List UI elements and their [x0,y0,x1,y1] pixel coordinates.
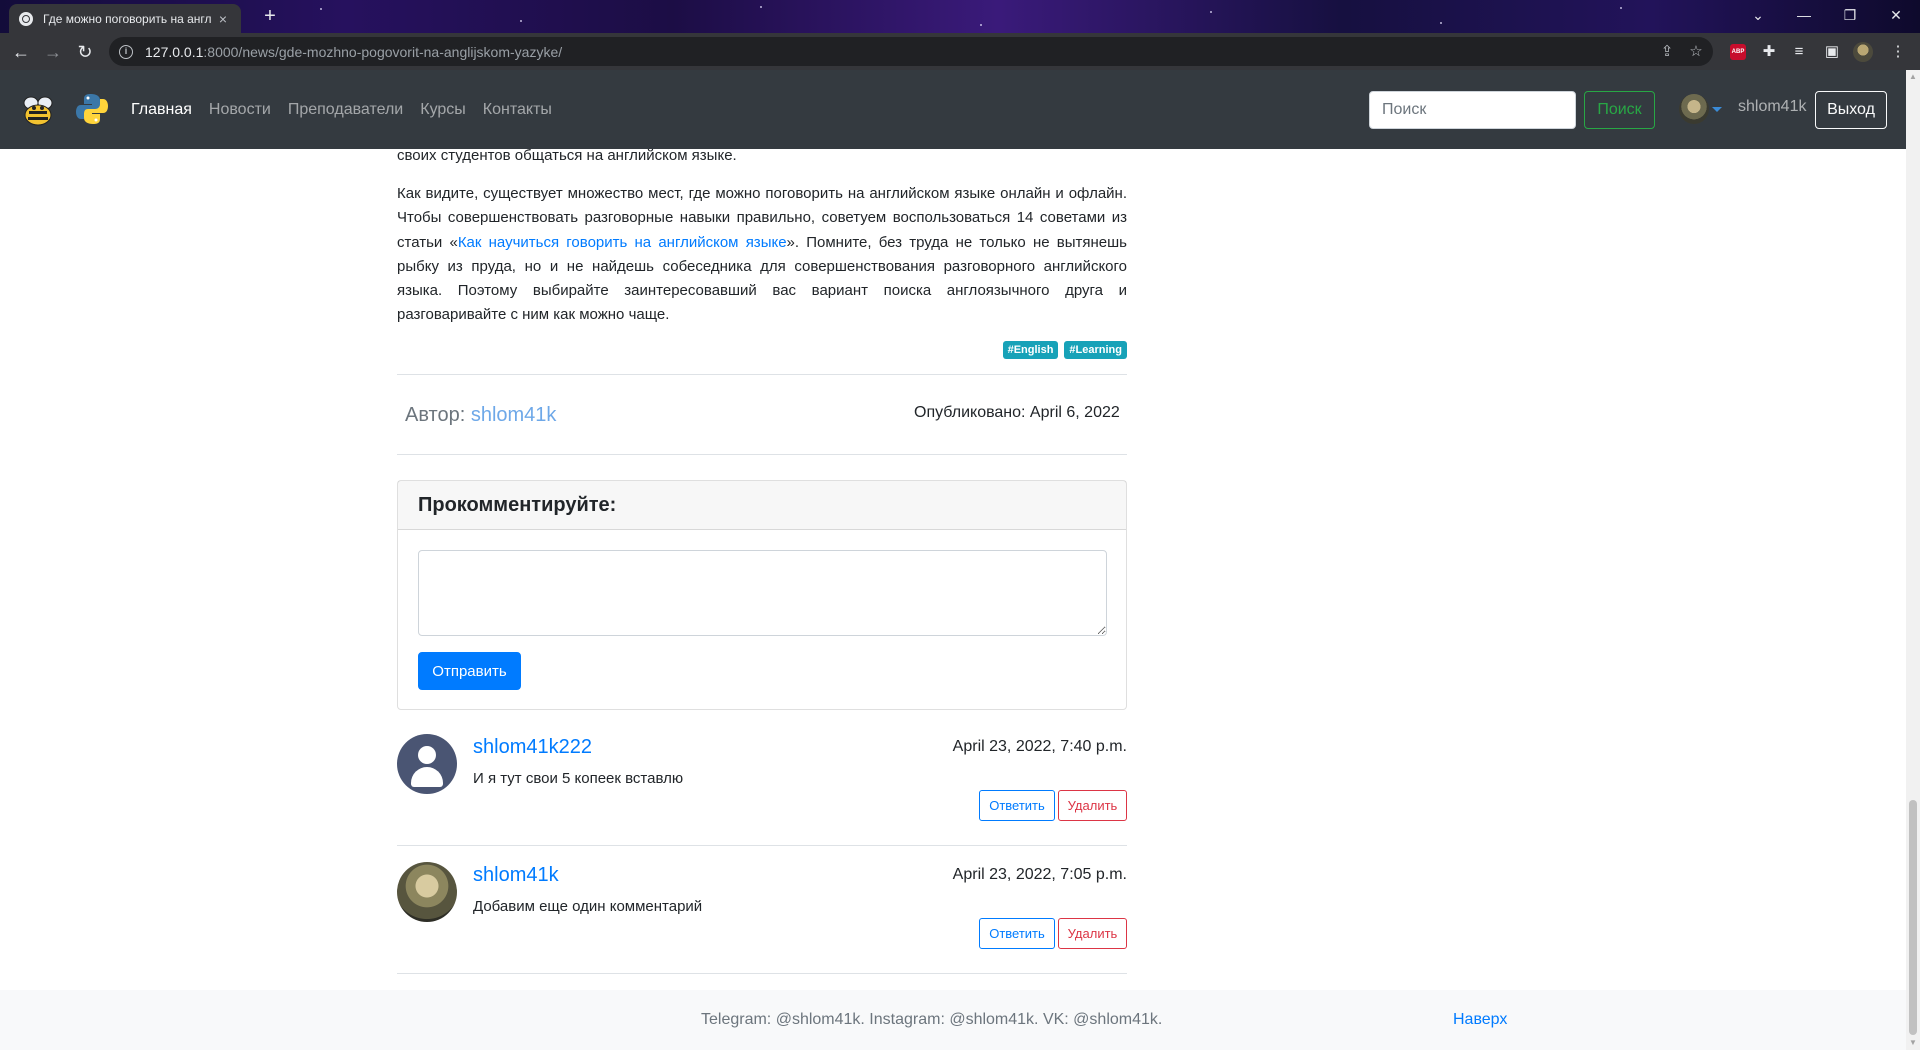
menu-icon[interactable]: ⋮ [1885,41,1911,63]
divider [397,454,1127,455]
back-to-top-link[interactable]: Наверх [1453,1011,1507,1029]
reading-list-icon[interactable]: ≡ [1786,41,1812,63]
nav-link-news[interactable]: Новости [209,101,271,119]
nav-username[interactable]: shlom41k [1738,98,1806,116]
info-icon[interactable]: i [119,44,133,59]
background-star [1440,22,1442,24]
tab-search-icon[interactable]: ⌄ [1735,0,1781,30]
forward-icon[interactable]: → [40,39,66,65]
search-button[interactable]: Поиск [1584,91,1655,129]
minimize-icon[interactable]: — [1781,0,1827,30]
nav-link-contacts[interactable]: Контакты [483,101,552,119]
author-label: Автор: [405,404,466,426]
page-scrollbar[interactable]: ▲ ▼ [1906,70,1920,1050]
tab-title: Где можно поговорить на англ [43,11,212,26]
browser-toolbar: ← → ↻ i 127.0.0.1 :8000/news/gde-mozhno-… [0,33,1920,70]
scroll-thumb[interactable] [1909,800,1917,1035]
published-date: Опубликовано: April 6, 2022 [914,404,1120,421]
comment-text: И я тут свои 5 копеек вставлю [473,770,684,787]
python-logo-icon[interactable] [75,92,109,126]
back-icon[interactable]: ← [8,39,34,65]
delete-button[interactable]: Удалить [1058,918,1127,949]
default-avatar-icon [397,734,457,794]
tag-list: #English #Learning [1002,341,1127,359]
sidepanel-icon[interactable]: ▣ [1819,41,1845,63]
nav-links: Главная Новости Преподаватели Курсы Конт… [131,70,569,149]
site-navbar: Главная Новости Преподаватели Курсы Конт… [0,70,1906,149]
comment-form-card: Прокомментируйте: Отправить [397,480,1127,710]
adblock-icon[interactable]: ABP [1730,44,1746,60]
profile-icon[interactable] [1853,42,1873,62]
reload-icon[interactable]: ↻ [72,39,98,65]
background-star [760,6,762,8]
author-link[interactable]: shlom41k [471,404,557,426]
url-path: :8000/news/gde-mozhno-pogovorit-na-angli… [203,43,563,60]
star-icon[interactable]: ☆ [1683,37,1709,66]
comment-author[interactable]: shlom41k222 [473,736,592,759]
address-bar[interactable]: i 127.0.0.1 :8000/news/gde-mozhno-pogovo… [109,37,1713,66]
comment-author[interactable]: shlom41k [473,864,559,887]
reply-button[interactable]: Ответить [979,790,1055,821]
submit-comment-button[interactable]: Отправить [418,652,521,690]
restore-icon[interactable]: ❐ [1827,0,1873,30]
nav-link-home[interactable]: Главная [131,101,192,119]
tag-badge[interactable]: #Learning [1064,341,1127,359]
user-avatar [397,862,457,922]
author-line: Автор: shlom41k [405,404,556,427]
divider [397,845,1127,846]
logout-button[interactable]: Выход [1815,91,1887,129]
user-avatar[interactable] [1679,94,1709,124]
comment-textarea[interactable] [418,550,1107,636]
background-star [520,20,522,22]
divider [397,973,1127,974]
new-tab-button[interactable]: + [258,4,282,28]
scroll-up-icon[interactable]: ▲ [1906,70,1920,84]
comment-text: Добавим еще один комментарий [473,898,703,915]
url-host: 127.0.0.1 [145,43,204,60]
globe-icon [19,11,33,26]
article-link[interactable]: Как научиться говорить на английском язы… [458,234,787,251]
background-star [320,8,322,10]
window-close-icon[interactable]: ✕ [1873,0,1919,30]
comment-date: April 23, 2022, 7:40 p.m. [952,738,1127,755]
divider [397,374,1127,375]
share-icon[interactable]: ⇪ [1654,37,1680,66]
scroll-down-icon[interactable]: ▼ [1906,1036,1920,1050]
footer-contacts: Telegram: @shlom41k. Instagram: @shlom41… [701,1011,1163,1028]
extensions-icon[interactable]: ✚ [1756,41,1782,63]
tag-badge[interactable]: #English [1002,341,1059,359]
background-star [980,24,982,26]
nav-link-teachers[interactable]: Преподаватели [288,101,403,119]
comment-form-title: Прокомментируйте: [398,481,1126,530]
browser-tab[interactable]: Где можно поговорить на англ × [9,4,241,33]
delete-button[interactable]: Удалить [1058,790,1127,821]
browser-tab-strip: Где можно поговорить на англ × + ⌄ — ❐ ✕ [0,0,1920,33]
search-input[interactable] [1369,91,1576,129]
comment-item: shlom41k222 April 23, 2022, 7:40 p.m. И … [397,734,1127,854]
article-paragraph: Как видите, существует множество мест, г… [397,182,1127,328]
dropdown-caret-icon[interactable] [1712,107,1722,112]
nav-link-courses[interactable]: Курсы [420,101,466,119]
site-footer: Telegram: @shlom41k. Instagram: @shlom41… [0,990,1906,1050]
bee-logo-icon[interactable] [19,94,57,128]
background-star [1620,7,1622,9]
comment-date: April 23, 2022, 7:05 p.m. [952,866,1127,883]
article-paragraph-cut: своих студентов общаться на английском я… [397,147,737,164]
comment-item: shlom41k April 23, 2022, 7:05 p.m. Добав… [397,862,1127,982]
background-star [1210,11,1212,13]
reply-button[interactable]: Ответить [979,918,1055,949]
tab-close-icon[interactable]: × [215,11,231,27]
